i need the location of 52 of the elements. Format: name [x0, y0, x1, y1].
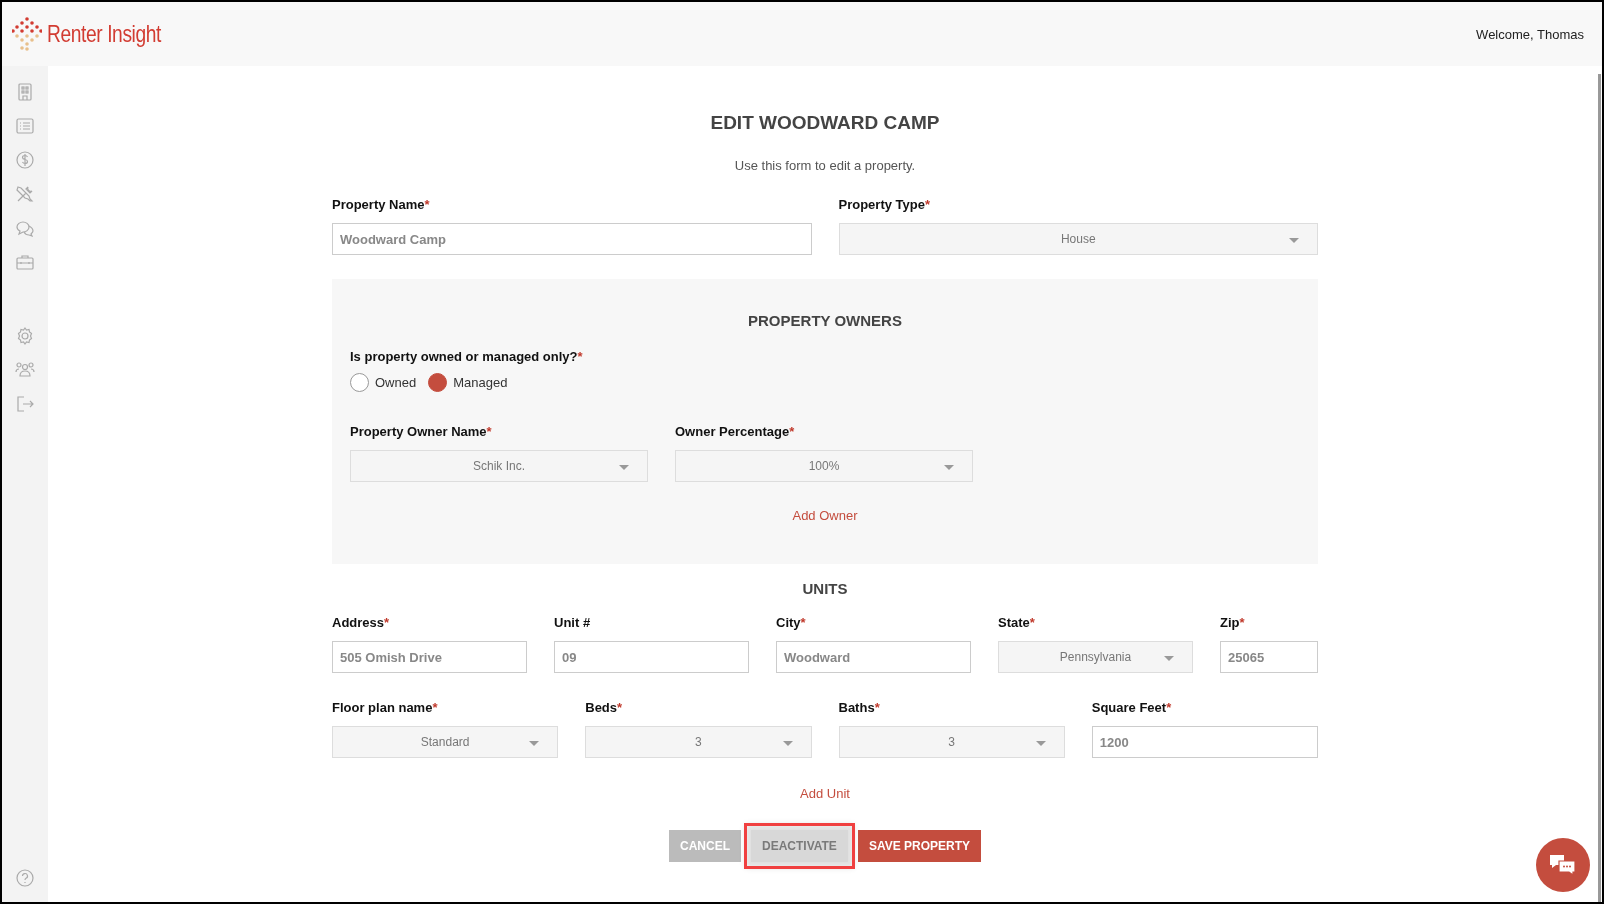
text-field[interactable]: 09 — [554, 641, 749, 673]
field-label: Zip* — [1220, 615, 1246, 630]
text-field[interactable]: Woodward — [776, 641, 971, 673]
radio-button[interactable] — [350, 373, 369, 392]
text-field[interactable]: 1200 — [1091, 726, 1318, 758]
dropdown[interactable]: 3 — [585, 726, 812, 758]
logo-icon — [12, 17, 42, 51]
people-icon[interactable] — [15, 360, 35, 380]
radio-label: Owned — [375, 375, 417, 390]
dropdown[interactable]: Standard — [332, 726, 559, 758]
save-button[interactable]: SAVE PROPERTY — [857, 830, 981, 862]
dropdown[interactable]: Pennsylvania — [998, 641, 1193, 673]
add-owner-link[interactable]: Add Owner — [792, 508, 858, 523]
text-field[interactable]: 505 Omish Drive — [332, 641, 527, 673]
radio-label: Managed — [453, 375, 508, 390]
field-label: Owner Percentage* — [675, 424, 796, 439]
field-label: Square Feet* — [1091, 700, 1173, 715]
logo-text: Renter Insight — [47, 20, 161, 48]
field-label: Property Owner Name* — [350, 424, 493, 439]
field-label: Beds* — [585, 700, 624, 715]
field-label: Address* — [332, 615, 391, 630]
briefcase-icon[interactable] — [15, 252, 35, 272]
logout-icon[interactable] — [15, 394, 35, 414]
list-icon[interactable] — [15, 116, 35, 136]
building-icon[interactable] — [15, 82, 35, 102]
field-label: Property Name* — [332, 197, 431, 212]
dropdown[interactable]: 100% — [675, 450, 973, 482]
chat-icon — [1549, 853, 1577, 877]
field-label: Property Type* — [838, 197, 931, 212]
question-label: Is property owned or managed only?* — [350, 349, 584, 364]
welcome-text: Welcome, Thomas — [1476, 26, 1584, 42]
field-label: Baths* — [838, 700, 881, 715]
radio-button[interactable] — [428, 373, 448, 392]
gear-icon[interactable] — [15, 326, 35, 346]
field-label: State* — [998, 615, 1036, 630]
dropdown[interactable]: Schik Inc. — [350, 450, 648, 482]
chat-icon[interactable] — [15, 218, 35, 238]
dropdown[interactable]: House — [838, 223, 1318, 255]
field-label: Floor plan name* — [332, 700, 439, 715]
page-title: EDIT WOODWARD CAMP — [709, 112, 941, 134]
text-field[interactable]: Woodward Camp — [332, 223, 812, 255]
section-title: UNITS — [801, 580, 849, 597]
field-label: City* — [776, 615, 807, 630]
field-label: Unit # — [554, 615, 592, 630]
help-icon[interactable] — [15, 868, 35, 888]
text-field[interactable]: 25065 — [1220, 641, 1318, 673]
add-unit-link[interactable]: Add Unit — [800, 786, 850, 801]
dropdown[interactable]: 3 — [838, 726, 1065, 758]
dollar-icon[interactable] — [15, 150, 35, 170]
section-title: PROPERTY OWNERS — [747, 312, 903, 329]
chat-button[interactable] — [1536, 838, 1590, 892]
page-subtitle: Use this form to edit a property. — [733, 158, 917, 173]
